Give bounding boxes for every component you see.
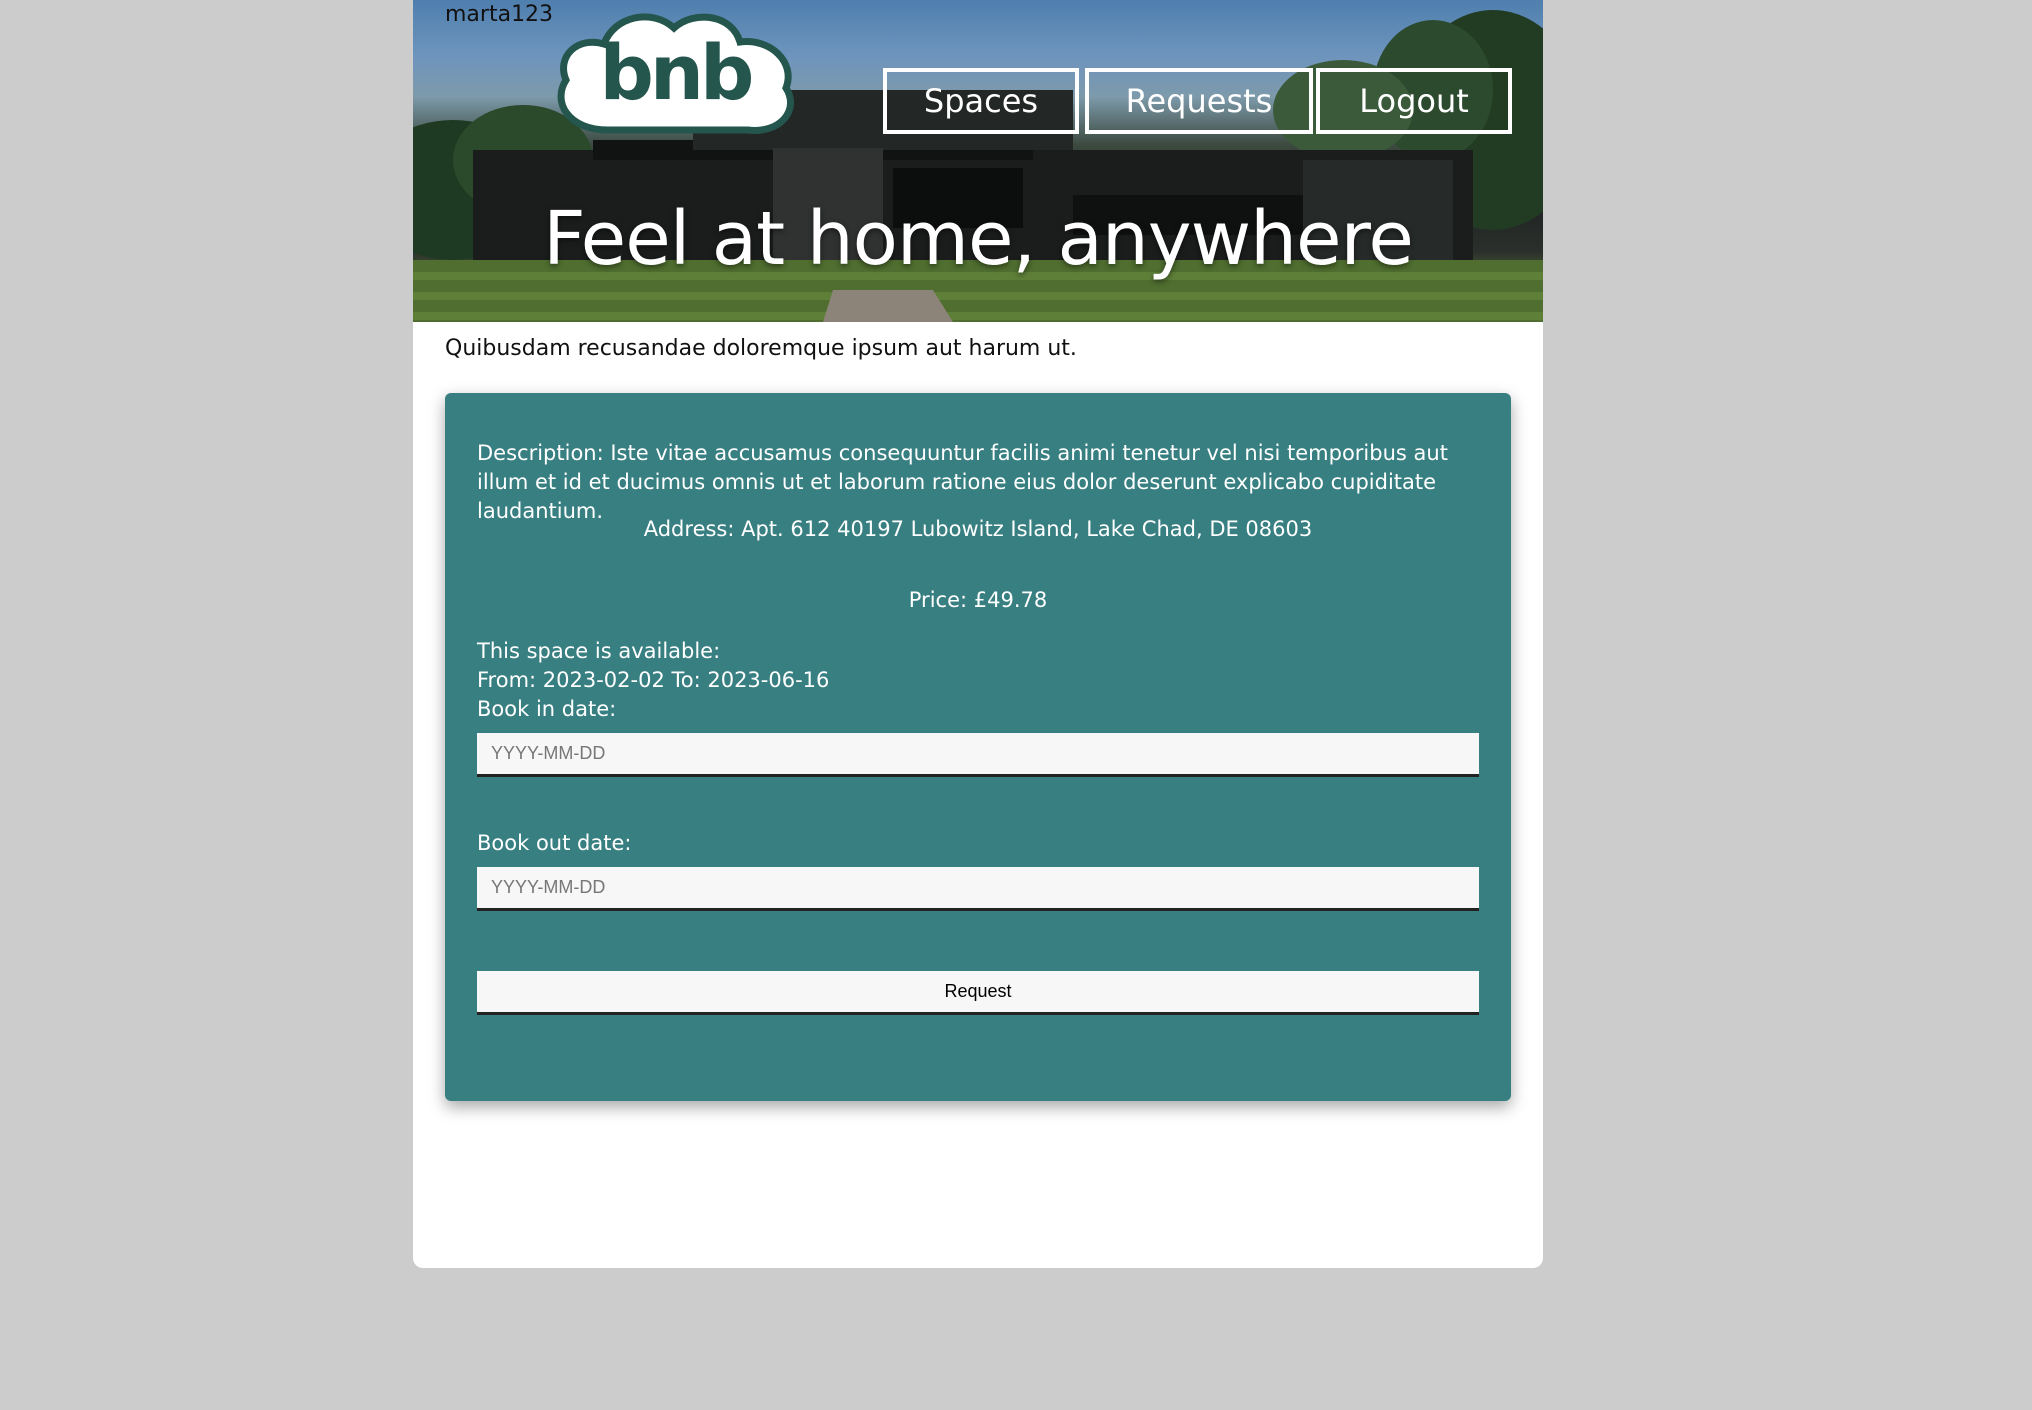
page-container: marta123 bnb Spaces Requests Logout Feel… bbox=[413, 0, 1543, 1268]
hero-banner: marta123 bnb Spaces Requests Logout Feel… bbox=[413, 0, 1543, 322]
book-out-date-input[interactable] bbox=[477, 867, 1479, 911]
space-name: Quibusdam recusandae doloremque ipsum au… bbox=[445, 336, 1077, 361]
availability-range: From: 2023-02-02 To: 2023-06-16 bbox=[477, 668, 830, 692]
requests-nav-button[interactable]: Requests bbox=[1085, 68, 1313, 134]
availability-heading: This space is available: bbox=[477, 639, 721, 663]
logo-text: bnb bbox=[599, 28, 755, 117]
request-button[interactable]: Request bbox=[477, 971, 1479, 1015]
book-out-label: Book out date: bbox=[477, 831, 632, 855]
username-label: marta123 bbox=[445, 2, 554, 27]
book-in-label: Book in date: bbox=[477, 697, 617, 721]
logout-nav-button[interactable]: Logout bbox=[1316, 68, 1512, 134]
spaces-nav-button[interactable]: Spaces bbox=[883, 68, 1079, 134]
bnb-logo[interactable]: bnb bbox=[548, 6, 802, 142]
space-address: Address: Apt. 612 40197 Lubowitz Island,… bbox=[643, 517, 1313, 541]
book-in-date-input[interactable] bbox=[477, 733, 1479, 777]
hero-title: Feel at home, anywhere bbox=[543, 196, 1414, 282]
space-description: Description: Iste vitae accusamus conseq… bbox=[477, 441, 1448, 523]
space-details-card: Description: Iste vitae accusamus conseq… bbox=[445, 393, 1511, 1101]
space-price: Price: £49.78 bbox=[908, 588, 1048, 612]
